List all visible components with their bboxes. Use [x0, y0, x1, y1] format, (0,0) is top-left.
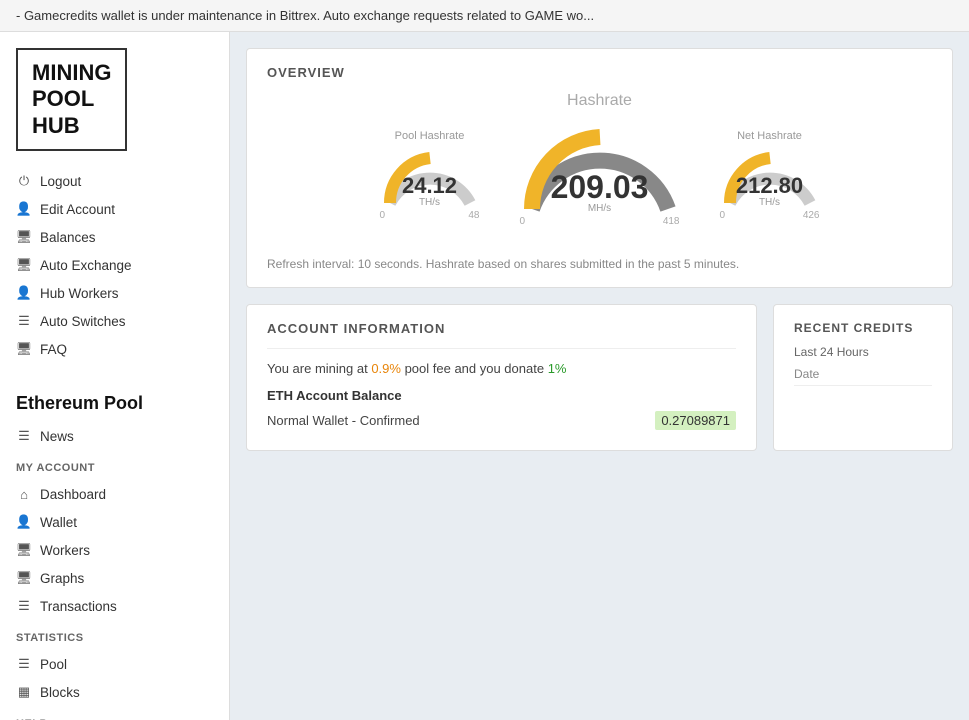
sidebar-label-auto-exchange: Auto Exchange [40, 258, 132, 273]
sidebar-label-logout: Logout [40, 174, 81, 189]
sidebar-label-graphs: Graphs [40, 571, 84, 586]
logo[interactable]: MININGPOOLHUB [16, 48, 127, 151]
sidebar-label-balances: Balances [40, 230, 96, 245]
account-info-title: ACCOUNT INFORMATION [267, 321, 736, 336]
news-icon: ☰ [16, 428, 32, 444]
sidebar-label-hub-workers: Hub Workers [40, 286, 119, 301]
mining-fee-prefix: You are mining at [267, 361, 371, 376]
donate-value: 1% [548, 361, 567, 376]
hub-workers-icon: 👤 [16, 285, 32, 301]
gauges-row: Pool Hashrate 24.12 TH/s [267, 114, 932, 237]
sidebar-item-balances[interactable]: 🖥 Balances [0, 223, 229, 251]
auto-switches-icon: ☰ [16, 313, 32, 329]
sidebar-item-auto-exchange[interactable]: 🖥 Auto Exchange [0, 251, 229, 279]
balance-label: ETH Account Balance [267, 388, 736, 403]
sidebar-item-news[interactable]: ☰ News [0, 422, 229, 450]
net-hashrate-range: 0 426 [720, 210, 820, 221]
mining-fee-mid: pool fee and you donate [401, 361, 548, 376]
net-hashrate-wrapper: 212.80 TH/s [720, 148, 820, 208]
recent-credits-title: RECENT CREDITS [794, 321, 932, 335]
sidebar-item-workers[interactable]: 🖥 Workers [0, 536, 229, 564]
sidebar: MININGPOOLHUB ⏻ Logout 👤 Edit Account 🖥 … [0, 32, 230, 720]
top-nav: ⏻ Logout 👤 Edit Account 🖥 Balances 🖥 Aut… [0, 163, 229, 367]
sidebar-label-dashboard: Dashboard [40, 487, 106, 502]
pool-icon: ☰ [16, 656, 32, 672]
sidebar-item-logout[interactable]: ⏻ Logout [0, 167, 229, 195]
logout-icon: ⏻ [16, 173, 32, 189]
graphs-icon: 🖥 [16, 570, 32, 586]
sidebar-label-transactions: Transactions [40, 599, 117, 614]
wallet-label: Normal Wallet - Confirmed [267, 413, 420, 428]
sidebar-label-auto-switches: Auto Switches [40, 314, 126, 329]
statistics-nav: ☰ Pool ▦ Blocks [0, 646, 229, 710]
my-account-label: MY ACCOUNT [0, 454, 229, 476]
sidebar-item-hub-workers[interactable]: 👤 Hub Workers [0, 279, 229, 307]
main-hashrate-value: 209.03 MH/s [551, 171, 649, 214]
recent-credits-sub: Last 24 Hours [794, 345, 932, 359]
main-hashrate-num: 209.03 [551, 171, 649, 203]
pool-hashrate-gauge: Pool Hashrate 24.12 TH/s [380, 130, 480, 221]
sidebar-item-wallet[interactable]: 👤 Wallet [0, 508, 229, 536]
main-hashrate-wrapper: 209.03 MH/s [520, 124, 680, 214]
logo-text: MININGPOOLHUB [32, 60, 111, 139]
net-hashrate-num: 212.80 [736, 175, 803, 197]
refresh-note: Refresh interval: 10 seconds. Hashrate b… [267, 257, 932, 271]
sidebar-label-blocks: Blocks [40, 685, 80, 700]
net-hashrate-unit: TH/s [736, 197, 803, 208]
main-hashrate-gauge: 209.03 MH/s 0 418 [520, 124, 680, 227]
mining-fee-row: You are mining at 0.9% pool fee and you … [267, 357, 736, 380]
transactions-icon: ☰ [16, 598, 32, 614]
sidebar-label-wallet: Wallet [40, 515, 77, 530]
sidebar-item-transactions[interactable]: ☰ Transactions [0, 592, 229, 620]
help-label: HELP [0, 710, 229, 720]
main-hashrate-range: 0 418 [520, 216, 680, 227]
wallet-value: 0.27089871 [655, 411, 736, 430]
pool-hashrate-value: 24.12 TH/s [402, 175, 457, 208]
recent-credits-card: RECENT CREDITS Last 24 Hours Date [773, 304, 953, 451]
sidebar-item-dashboard[interactable]: ⌂ Dashboard [0, 480, 229, 508]
auto-exchange-icon: 🖥 [16, 257, 32, 273]
pool-hashrate-wrapper: 24.12 TH/s [380, 148, 480, 208]
net-hashrate-label: Net Hashrate [737, 130, 802, 142]
sidebar-label-edit-account: Edit Account [40, 202, 115, 217]
pool-name: Ethereum Pool [0, 383, 229, 418]
sidebar-label-faq: FAQ [40, 342, 67, 357]
main-content: OVERVIEW Hashrate Pool Hashrate [230, 32, 969, 720]
sidebar-label-pool: Pool [40, 657, 67, 672]
pool-hashrate-label: Pool Hashrate [395, 130, 465, 142]
net-hashrate-value: 212.80 TH/s [736, 175, 803, 208]
maintenance-banner: - Gamecredits wallet is under maintenanc… [0, 0, 969, 32]
user-icon: 👤 [16, 201, 32, 217]
overview-title: OVERVIEW [267, 65, 932, 80]
dashboard-icon: ⌂ [16, 486, 32, 502]
workers-icon: 🖥 [16, 542, 32, 558]
pool-hashrate-unit: TH/s [402, 197, 457, 208]
my-account-nav: ⌂ Dashboard 👤 Wallet 🖥 Workers 🖥 Graphs … [0, 476, 229, 624]
sidebar-item-auto-switches[interactable]: ☰ Auto Switches [0, 307, 229, 335]
sidebar-item-faq[interactable]: 🖥 FAQ [0, 335, 229, 363]
sidebar-item-blocks[interactable]: ▦ Blocks [0, 678, 229, 706]
pool-nav: ☰ News [0, 418, 229, 454]
balances-icon: 🖥 [16, 229, 32, 245]
sidebar-item-graphs[interactable]: 🖥 Graphs [0, 564, 229, 592]
mining-fee-value: 0.9% [371, 361, 401, 376]
pool-hashrate-num: 24.12 [402, 175, 457, 197]
sidebar-label-news: News [40, 429, 74, 444]
credits-date-header: Date [794, 367, 932, 386]
overview-card: OVERVIEW Hashrate Pool Hashrate [246, 48, 953, 288]
bottom-row: ACCOUNT INFORMATION You are mining at 0.… [246, 304, 953, 451]
sidebar-label-workers: Workers [40, 543, 90, 558]
account-info-card: ACCOUNT INFORMATION You are mining at 0.… [246, 304, 757, 451]
faq-icon: 🖥 [16, 341, 32, 357]
net-hashrate-gauge: Net Hashrate 212.80 TH/s 0 426 [720, 130, 820, 221]
blocks-icon: ▦ [16, 684, 32, 700]
sidebar-item-edit-account[interactable]: 👤 Edit Account [0, 195, 229, 223]
wallet-row: Normal Wallet - Confirmed 0.27089871 [267, 407, 736, 434]
hashrate-title: Hashrate [267, 92, 932, 110]
sidebar-item-pool[interactable]: ☰ Pool [0, 650, 229, 678]
wallet-icon: 👤 [16, 514, 32, 530]
pool-hashrate-range: 0 48 [380, 210, 480, 221]
statistics-label: STATISTICS [0, 624, 229, 646]
